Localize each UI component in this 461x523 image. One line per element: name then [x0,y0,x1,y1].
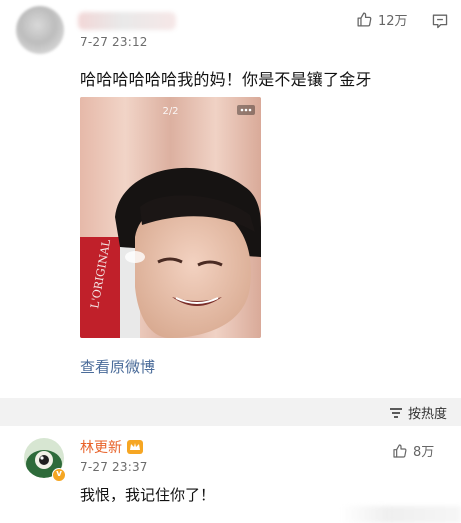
reply-username[interactable]: 林更新 [80,437,122,457]
comment-text: 哈哈哈哈哈哈我的妈！你是不是镶了金牙 [80,70,372,89]
like-count: 12万 [378,14,408,29]
sort-button[interactable]: 按热度 [389,403,447,422]
thumbs-up-icon [357,12,372,27]
replies-section: 按热度 v 林更新 7-27 23:37 8万 我恨，我记住你了！ [0,398,461,523]
comment-photo[interactable]: L'ORIGINAL 2/2 [80,97,261,338]
comment-time: 7-27 23:12 [80,35,148,49]
sort-icon [389,407,402,418]
verified-badge-icon: v [52,468,66,482]
reply-item: v 林更新 7-27 23:37 8万 我恨，我记住你了！ [0,426,461,523]
like-count: 8万 [413,445,435,460]
username-blurred[interactable] [78,12,176,30]
like-button[interactable]: 8万 [392,441,434,460]
blur-overlay [340,506,461,523]
reply-text: 我恨，我记住你了！ [80,486,216,504]
reply-time: 7-27 23:37 [80,460,148,474]
avatar[interactable] [16,6,64,54]
view-original-link[interactable]: 查看原微博 [80,356,155,377]
sort-label: 按热度 [407,407,447,422]
top-comment: 7-27 23:12 12万 哈哈哈哈哈哈我的妈！你是不是镶了金牙 L'ORIG… [0,0,461,398]
reply-header: 林更新 [80,437,143,457]
more-icon[interactable] [237,105,255,115]
comment-icon[interactable] [431,13,449,29]
photo-counter: 2/2 [162,106,179,117]
like-button[interactable]: 12万 [356,10,408,29]
crown-icon [127,440,143,454]
thumbs-up-icon [393,443,407,458]
